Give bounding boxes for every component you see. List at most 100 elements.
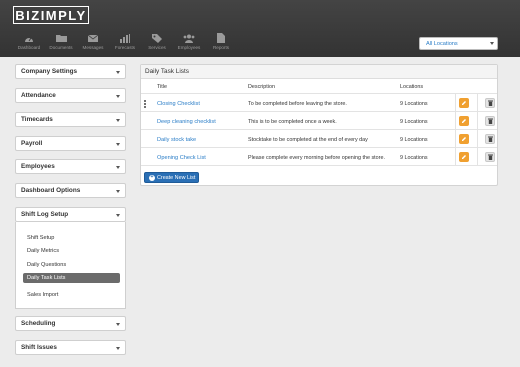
delete-button[interactable] — [485, 116, 495, 126]
nav-messages[interactable]: Messages — [77, 33, 109, 50]
nav-dashboard[interactable]: Dashboard — [13, 33, 45, 50]
divider — [141, 147, 497, 148]
sidebar-section-timecards[interactable]: Timecards — [15, 112, 126, 127]
task-list-locations: 9 Locations — [400, 119, 428, 125]
sidebar-section-label: Employees — [21, 163, 55, 170]
delete-button[interactable] — [485, 98, 495, 108]
divider — [477, 93, 478, 165]
nav-label: Documents — [49, 45, 73, 50]
nav-label: Services — [148, 45, 166, 50]
chevron-down-icon — [116, 119, 120, 122]
delete-button[interactable] — [485, 152, 495, 162]
bar-chart-icon — [120, 33, 130, 43]
sidebar-section-employees[interactable]: Employees — [15, 159, 126, 174]
divider — [141, 129, 497, 130]
shift-log-setup-submenu: Shift Setup Daily Metrics Daily Question… — [15, 222, 126, 309]
sidebar-section-label: Company Settings — [21, 68, 78, 75]
submenu-item-shift-setup[interactable]: Shift Setup — [27, 235, 54, 241]
column-header-title: Title — [157, 84, 167, 90]
sidebar-section-label: Payroll — [21, 140, 43, 147]
sidebar-section-shift-issues[interactable]: Shift Issues — [15, 340, 126, 355]
submenu-item-daily-questions[interactable]: Daily Questions — [27, 262, 66, 268]
top-bar: BIZIMPLY Dashboard Documents Messages Fo… — [0, 0, 520, 57]
trash-icon — [487, 136, 493, 142]
pencil-icon — [462, 101, 466, 105]
submenu-item-sales-import[interactable]: Sales Import — [27, 292, 58, 298]
dashboard-icon — [24, 33, 34, 43]
sidebar-section-dashboard-options[interactable]: Dashboard Options — [15, 183, 126, 198]
pencil-icon — [462, 119, 466, 123]
chevron-down-icon — [116, 347, 120, 350]
task-list-title-link[interactable]: Closing Checklist — [157, 101, 200, 107]
sidebar-section-label: Shift Issues — [21, 344, 57, 351]
location-select-value: All Locations — [426, 40, 458, 47]
chevron-down-icon — [116, 95, 120, 98]
task-list-description: This is to be completed once a week. — [248, 119, 337, 125]
divider — [141, 111, 497, 112]
daily-task-lists-panel: Daily Task Lists Title Description Locat… — [140, 64, 498, 186]
document-icon — [217, 33, 225, 43]
task-list-locations: 9 Locations — [400, 101, 428, 107]
nav-documents[interactable]: Documents — [45, 33, 77, 50]
submenu-item-daily-task-lists[interactable]: Daily Task Lists — [23, 273, 120, 283]
nav-label: Forecasts — [114, 45, 136, 50]
divider — [141, 93, 497, 94]
delete-button[interactable] — [485, 134, 495, 144]
tag-icon — [152, 33, 162, 43]
nav-employees[interactable]: Employees — [173, 33, 205, 50]
column-header-description: Description — [248, 84, 275, 90]
nav-label: Dashboard — [17, 45, 41, 50]
task-list-locations: 9 Locations — [400, 137, 428, 143]
sidebar-section-company-settings[interactable]: Company Settings — [15, 64, 126, 79]
task-list-title-link[interactable]: Deep cleaning checklist — [157, 119, 216, 125]
chevron-down-icon — [116, 214, 120, 217]
task-list-description: Stocktake to be completed at the end of … — [248, 137, 368, 143]
nav-forecasts[interactable]: Forecasts — [109, 33, 141, 50]
trash-icon — [487, 154, 493, 160]
users-icon — [183, 33, 195, 43]
location-select[interactable]: All Locations — [419, 37, 498, 50]
sidebar-section-scheduling[interactable]: Scheduling — [15, 316, 126, 331]
task-list-title-link[interactable]: Opening Check List — [157, 155, 206, 161]
chevron-down-icon — [116, 166, 120, 169]
sidebar-section-attendance[interactable]: Attendance — [15, 88, 126, 103]
sidebar-section-shift-log-setup[interactable]: Shift Log Setup — [15, 207, 126, 222]
create-new-list-label: Create New List — [157, 174, 196, 181]
edit-button[interactable] — [459, 152, 469, 162]
folder-icon — [55, 33, 67, 43]
sidebar-section-label: Shift Log Setup — [21, 211, 69, 218]
create-new-list-button[interactable]: + Create New List — [144, 172, 199, 183]
pencil-icon — [462, 137, 466, 141]
nav-label: Employees — [177, 45, 201, 50]
task-list-title-link[interactable]: Daily stock take — [157, 137, 196, 143]
nav-label: Reports — [212, 45, 230, 50]
divider — [141, 165, 497, 166]
nav-label: Messages — [82, 45, 104, 50]
column-header-locations: Locations — [400, 84, 424, 90]
trash-icon — [487, 118, 493, 124]
sidebar-section-label: Timecards — [21, 116, 53, 123]
bizimply-logo[interactable]: BIZIMPLY — [13, 6, 89, 24]
nav-services[interactable]: Services — [141, 33, 173, 50]
pencil-icon — [462, 155, 466, 159]
task-list-description: Please complete every morning before ope… — [248, 155, 385, 161]
task-list-locations: 9 Locations — [400, 155, 428, 161]
edit-button[interactable] — [459, 134, 469, 144]
panel-title: Daily Task Lists — [141, 65, 497, 79]
envelope-icon — [88, 33, 98, 43]
divider — [455, 93, 456, 165]
submenu-item-daily-metrics[interactable]: Daily Metrics — [27, 248, 59, 254]
sidebar-section-label: Dashboard Options — [21, 187, 81, 194]
sidebar-section-payroll[interactable]: Payroll — [15, 136, 126, 151]
edit-button[interactable] — [459, 98, 469, 108]
trash-icon — [487, 100, 493, 106]
edit-button[interactable] — [459, 116, 469, 126]
chevron-down-icon — [116, 190, 120, 193]
task-list-description: To be completed before leaving the store… — [248, 101, 347, 107]
chevron-down-icon — [490, 42, 494, 45]
sidebar-section-label: Scheduling — [21, 320, 56, 327]
main-nav: Dashboard Documents Messages Forecasts S… — [13, 33, 237, 50]
plus-icon: + — [149, 174, 155, 181]
drag-handle-icon[interactable] — [144, 100, 146, 109]
nav-reports[interactable]: Reports — [205, 33, 237, 50]
